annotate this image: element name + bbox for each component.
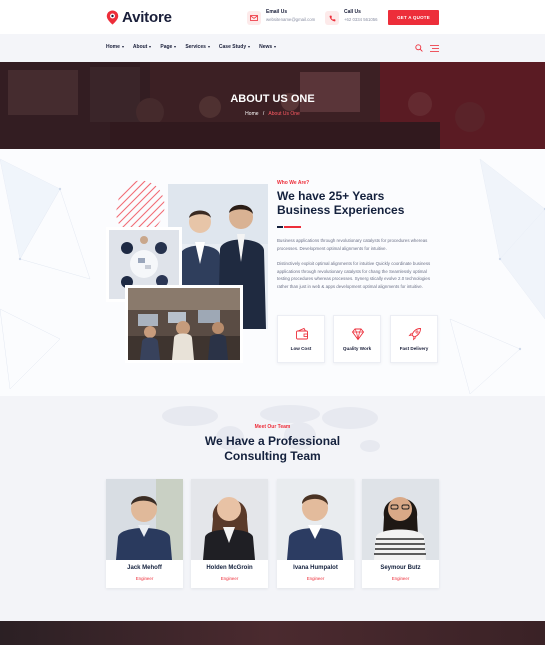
polygon-background-pattern bbox=[0, 158, 545, 395]
nav-item-about[interactable]: About bbox=[132, 44, 152, 50]
nav-item-label: Case Study bbox=[218, 44, 247, 50]
email-contact[interactable]: Email Us websitename@gmail.com bbox=[247, 9, 315, 25]
nav-item-services[interactable]: Services bbox=[185, 44, 210, 50]
rocket-icon bbox=[408, 328, 421, 341]
chevron-down-icon bbox=[248, 46, 251, 48]
chevron-down-icon bbox=[274, 46, 277, 48]
team-section: Meet Our Team We Have a Professional Con… bbox=[0, 396, 545, 621]
phone-icon bbox=[325, 11, 339, 25]
email-value[interactable]: websitename@gmail.com bbox=[266, 16, 315, 23]
team-member-role: Engineer bbox=[391, 576, 410, 581]
feature-label: Low Cost bbox=[290, 346, 312, 351]
team-heading-line-2: Consulting Team bbox=[224, 449, 321, 463]
feature-label: Quality Work bbox=[342, 346, 372, 351]
logo[interactable]: Avitore bbox=[106, 9, 172, 26]
nav-item-label: News bbox=[259, 44, 273, 50]
page-hero: ABOUT US ONE Home / About Us One bbox=[0, 62, 545, 149]
hero-background-image bbox=[0, 62, 545, 149]
nav-item-label: Home bbox=[106, 44, 120, 50]
team-card[interactable]: Holden McGroin Engineer bbox=[191, 479, 268, 588]
team-member-photo bbox=[191, 479, 268, 560]
heading-underline bbox=[277, 226, 301, 228]
location-pin-icon bbox=[106, 10, 119, 25]
menu-icon[interactable] bbox=[430, 45, 439, 52]
team-card[interactable]: Ivana Humpalot Engineer bbox=[277, 479, 354, 588]
breadcrumb: Home / About Us One bbox=[0, 111, 545, 117]
call-value[interactable]: +62 0334 561056 bbox=[344, 16, 378, 23]
nav-menu: Home About Page Services Case Study News bbox=[106, 44, 277, 50]
about-section: Who We Are? We have 25+ Years Business E… bbox=[0, 149, 545, 396]
top-bar: Avitore Email Us websitename@gmail.com C… bbox=[0, 0, 545, 34]
team-member-role: Engineer bbox=[220, 576, 239, 581]
team-card[interactable]: Jack Mehoff Engineer bbox=[106, 479, 183, 588]
nav-item-label: Services bbox=[185, 44, 206, 50]
wallet-icon bbox=[296, 327, 308, 340]
chevron-down-icon bbox=[207, 46, 210, 48]
logo-text: Avitore bbox=[122, 9, 172, 26]
page: Avitore Email Us websitename@gmail.com C… bbox=[0, 0, 545, 645]
chevron-down-icon bbox=[149, 46, 152, 48]
team-member-photo bbox=[106, 479, 183, 560]
about-paragraph-1: Business applications through revolution… bbox=[277, 238, 428, 251]
team-member-name[interactable]: Seymour Butz bbox=[362, 565, 439, 571]
get-quote-button[interactable]: GET A QUOTE bbox=[388, 10, 439, 25]
team-heading: We Have a Professional Consulting Team bbox=[0, 434, 545, 464]
diamond-icon bbox=[351, 328, 365, 341]
about-paragraph-2: Distinctively exploit optimal alignments… bbox=[277, 261, 431, 290]
team-member-role: Engineer bbox=[306, 576, 325, 581]
nav-item-label: About bbox=[132, 44, 148, 50]
chevron-down-icon bbox=[121, 46, 124, 48]
team-member-name[interactable]: Ivana Humpalot bbox=[277, 565, 354, 571]
feature-label: Fast Delivery bbox=[399, 346, 429, 351]
nav-item-news[interactable]: News bbox=[259, 44, 277, 50]
page-title: ABOUT US ONE bbox=[230, 93, 315, 105]
about-photo-office bbox=[125, 285, 243, 363]
team-member-photo bbox=[362, 479, 439, 560]
team-member-role: Engineer bbox=[135, 576, 154, 581]
team-card[interactable]: Seymour Butz Engineer bbox=[362, 479, 439, 588]
search-icon[interactable] bbox=[415, 44, 423, 52]
team-member-name[interactable]: Holden McGroin bbox=[191, 565, 268, 571]
next-section-image-strip bbox=[0, 621, 545, 645]
team-member-name[interactable]: Jack Mehoff bbox=[106, 565, 183, 571]
about-heading: We have 25+ Years Business Experiences bbox=[277, 189, 405, 217]
call-label: Call Us bbox=[344, 9, 361, 15]
team-tagline: Meet Our Team bbox=[254, 424, 291, 430]
breadcrumb-home[interactable]: Home bbox=[245, 111, 258, 117]
chevron-down-icon bbox=[174, 46, 177, 48]
about-tagline: Who We Are? bbox=[277, 180, 310, 186]
team-member-photo bbox=[277, 479, 354, 560]
nav-item-label: Page bbox=[160, 44, 173, 50]
feature-quality-work[interactable]: Quality Work bbox=[333, 315, 381, 363]
breadcrumb-separator: / bbox=[262, 111, 265, 117]
nav-item-page[interactable]: Page bbox=[160, 44, 177, 50]
envelope-icon bbox=[247, 11, 261, 25]
feature-fast-delivery[interactable]: Fast Delivery bbox=[390, 315, 438, 363]
call-contact[interactable]: Call Us +62 0334 561056 bbox=[325, 9, 378, 25]
nav-item-home[interactable]: Home bbox=[106, 44, 124, 50]
team-heading-line-1: We Have a Professional bbox=[204, 434, 341, 448]
breadcrumb-current: About Us One bbox=[268, 111, 300, 117]
nav-item-case-study[interactable]: Case Study bbox=[218, 44, 251, 50]
main-nav: Home About Page Services Case Study News bbox=[0, 34, 545, 62]
feature-low-cost[interactable]: Low Cost bbox=[277, 315, 325, 363]
email-label: Email Us bbox=[266, 9, 288, 15]
